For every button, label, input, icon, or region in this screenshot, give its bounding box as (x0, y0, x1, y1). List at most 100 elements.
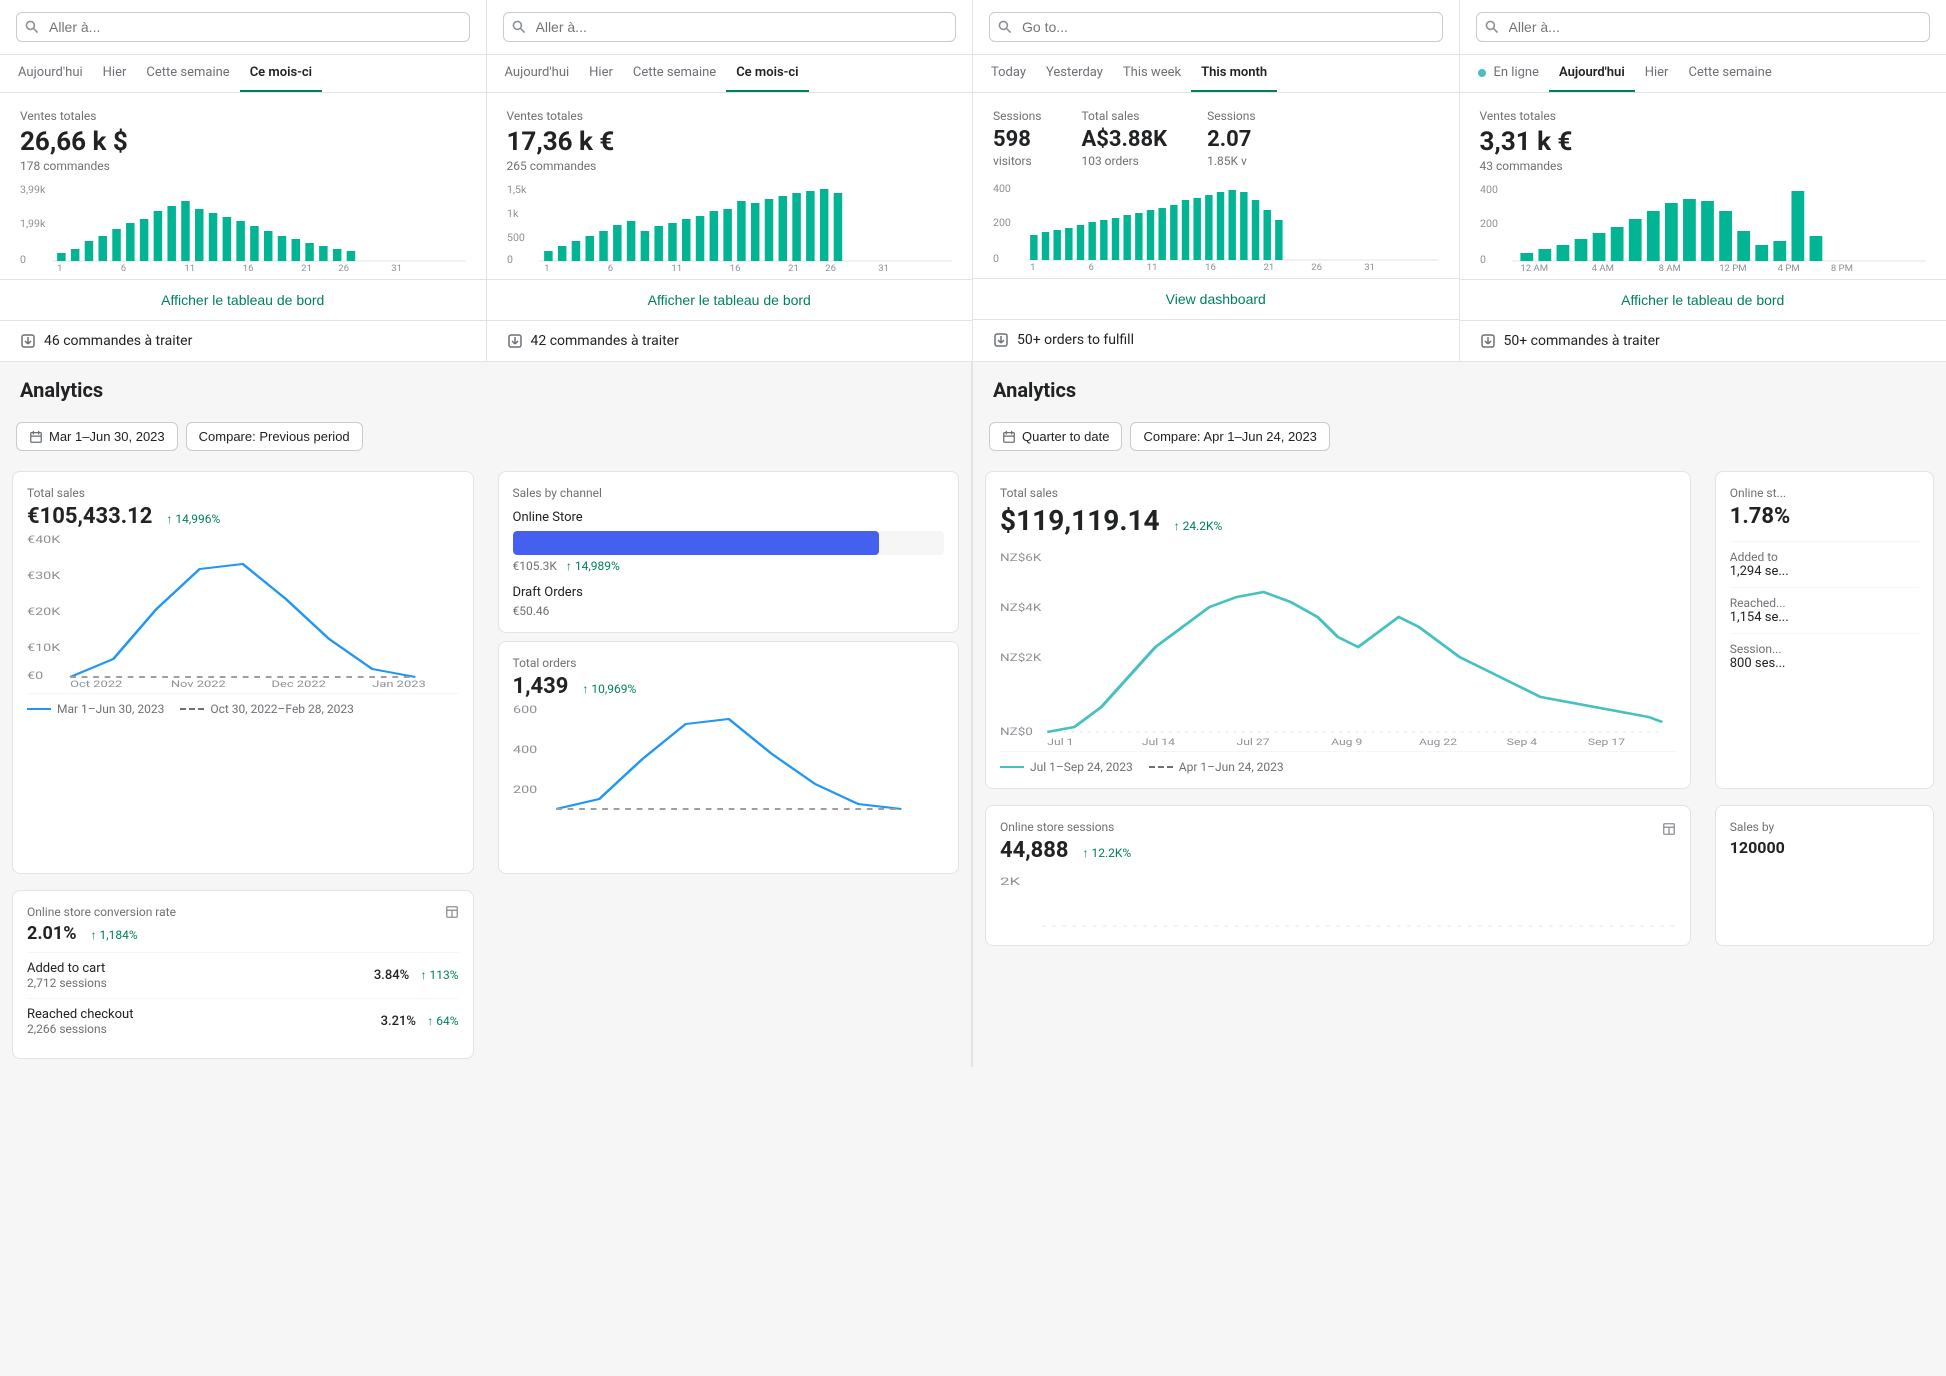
tab-cette-semaine-4[interactable]: Cette semaine (1678, 55, 1781, 92)
orders-fulfill-1: 46 commandes à traiter (0, 320, 486, 361)
view-dashboard-btn-4[interactable]: Afficher le tableau de bord (1460, 279, 1946, 320)
tab-aujourd-hui-4[interactable]: Aujourd'hui (1549, 55, 1635, 92)
svg-text:NZ$6K: NZ$6K (1000, 552, 1042, 564)
svg-text:Jul 14: Jul 14 (1142, 737, 1175, 747)
tab-en-ligne-4[interactable]: En ligne (1468, 55, 1550, 92)
tab-aujourd-hui-1[interactable]: Aujourd'hui (8, 55, 93, 92)
tab-this-month-3[interactable]: This month (1191, 55, 1277, 92)
legend-line-solid-left (27, 708, 51, 710)
bar-chart-4: 400 200 0 (1480, 181, 1927, 271)
orders-fulfill-label-2: 42 commandes à traiter (531, 333, 679, 349)
svg-text:600: 600 (513, 705, 537, 716)
svg-text:Sep 4: Sep 4 (1507, 737, 1537, 747)
tab-this-week-3[interactable]: This week (1113, 55, 1191, 92)
view-dashboard-btn-3[interactable]: View dashboard (973, 278, 1459, 319)
svg-text:2K: 2K (1000, 876, 1020, 888)
total-sales-title-left: Total sales (27, 486, 459, 500)
svg-text:4 PM: 4 PM (1777, 263, 1799, 271)
svg-text:€0: €0 (27, 671, 43, 682)
added-to-value: 1,294 se... (1730, 564, 1919, 579)
view-dashboard-btn-1[interactable]: Afficher le tableau de bord (0, 279, 486, 320)
svg-text:Jul 27: Jul 27 (1237, 737, 1270, 747)
sessions-label-3: Sessions (993, 109, 1041, 123)
search-input-2[interactable] (503, 12, 957, 42)
tab-yesterday-3[interactable]: Yesterday (1036, 55, 1113, 92)
legend-solid-left: Mar 1–Jun 30, 2023 (27, 702, 164, 716)
compare-btn-right[interactable]: Compare: Apr 1–Jun 24, 2023 (1130, 422, 1329, 451)
tab-ce-mois-ci-1[interactable]: Ce mois-ci (240, 55, 322, 92)
svg-text:€30K: €30K (27, 571, 61, 582)
total-sales-chart-right: NZ$6K NZ$4K NZ$2K NZ$0 Jul 1 Jul 14 Jul … (1000, 547, 1676, 747)
reached-label: Reached... (1730, 596, 1919, 610)
tab-hier-2[interactable]: Hier (579, 55, 623, 92)
search-input-4[interactable] (1476, 12, 1931, 42)
search-bar-2 (487, 0, 973, 55)
added-to-label: Added to (1730, 550, 1919, 564)
total-sales-value-left: €105,433.12 (27, 504, 152, 529)
svg-text:26: 26 (338, 263, 349, 271)
tab-cette-semaine-1[interactable]: Cette semaine (136, 55, 239, 92)
table-icon-right (1662, 822, 1676, 836)
svg-text:11: 11 (184, 263, 195, 271)
online-sessions-card: Online store sessions 44,888 ↑ 12.2K% 2K (985, 805, 1691, 946)
tab-ce-mois-ci-2[interactable]: Ce mois-ci (726, 55, 808, 92)
date-range-btn-right[interactable]: Quarter to date (989, 422, 1122, 451)
tab-aujourd-hui-2[interactable]: Aujourd'hui (495, 55, 580, 92)
legend-line-solid-right (1000, 766, 1024, 768)
sales-channel-card: Sales by channel Online Store €105.3K ↑ … (498, 471, 960, 633)
conversion-row-cart: Added to cart 2,712 sessions 3.84% ↑ 113… (27, 952, 459, 998)
svg-text:200: 200 (993, 216, 1011, 229)
sessions-partial-value: 800 ses... (1730, 656, 1919, 671)
svg-text:NZ$4K: NZ$4K (1000, 602, 1042, 614)
ventes-sub-4: 43 commandes (1480, 159, 1927, 173)
svg-text:€40K: €40K (27, 535, 61, 546)
ventes-label-4: Ventes totales (1480, 109, 1927, 123)
online-sessions-title: Online store sessions (1000, 820, 1114, 834)
svg-text:Oct 2022: Oct 2022 (70, 679, 122, 689)
sessions-value-3: 598 (993, 127, 1041, 152)
search-input-3[interactable] (989, 12, 1443, 42)
tab-hier-1[interactable]: Hier (93, 55, 137, 92)
date-range-btn-left[interactable]: Mar 1–Jun 30, 2023 (16, 422, 178, 451)
svg-text:0: 0 (1480, 253, 1486, 266)
svg-text:1k: 1k (507, 207, 519, 220)
legend-dotted-left: Oct 30, 2022–Feb 28, 2023 (180, 702, 354, 716)
time-tabs-1: Aujourd'hui Hier Cette semaine Ce mois-c… (0, 55, 486, 93)
sales-channel-col: Sales by channel Online Store €105.3K ↑ … (486, 463, 972, 882)
tab-cette-semaine-2[interactable]: Cette semaine (623, 55, 726, 92)
svg-text:21: 21 (301, 263, 312, 271)
svg-text:26: 26 (825, 263, 836, 271)
compare-btn-left[interactable]: Compare: Previous period (186, 422, 363, 451)
sales-by-partial: Sales by 120000 (1715, 805, 1934, 946)
svg-text:31: 31 (391, 263, 402, 271)
ventes-value-4: 3,31 k € (1480, 127, 1927, 157)
bar-chart-2: 1,5k 1k 500 0 (507, 181, 953, 271)
tab-hier-4[interactable]: Hier (1635, 55, 1679, 92)
calendar-icon-left (29, 430, 43, 444)
total-sales-card-left: Total sales €105,433.12 ↑ 14,996% €40K €… (12, 471, 474, 874)
date-range-label-left: Mar 1–Jun 30, 2023 (49, 429, 165, 444)
cart-sub: 2,712 sessions (27, 976, 107, 990)
conversion-change-left: ↑ 1,184% (91, 928, 138, 942)
panel-content-1: Ventes totales 26,66 k $ 178 commandes 3… (0, 93, 486, 271)
svg-text:200: 200 (1480, 217, 1498, 230)
view-dashboard-btn-2[interactable]: Afficher le tableau de bord (487, 279, 973, 320)
sessions-partial-label: Session... (1730, 642, 1919, 656)
orders-fulfill-label-3: 50+ orders to fulfill (1017, 332, 1134, 348)
svg-text:0: 0 (507, 253, 513, 266)
svg-text:11: 11 (1147, 262, 1158, 270)
search-input-1[interactable] (16, 12, 470, 42)
download-icon-1 (20, 333, 36, 349)
channel-bar-wrap-online (513, 531, 945, 555)
channel-value-online: €105.3K ↑ 14,989% (513, 559, 945, 573)
total-sales-value-3: A$3.88K (1081, 127, 1167, 152)
tab-today-3[interactable]: Today (981, 55, 1036, 92)
total-orders-change: ↑ 10,969% (582, 682, 636, 696)
svg-text:NZ$0: NZ$0 (1000, 726, 1033, 738)
svg-text:12 PM: 12 PM (1719, 263, 1746, 271)
svg-text:16: 16 (243, 263, 254, 271)
total-sales-title-right: Total sales (1000, 486, 1676, 500)
compare-label-right: Compare: Apr 1–Jun 24, 2023 (1143, 429, 1316, 444)
channel-label-online: Online Store (513, 510, 945, 525)
draft-value: €50.46 (513, 604, 945, 618)
